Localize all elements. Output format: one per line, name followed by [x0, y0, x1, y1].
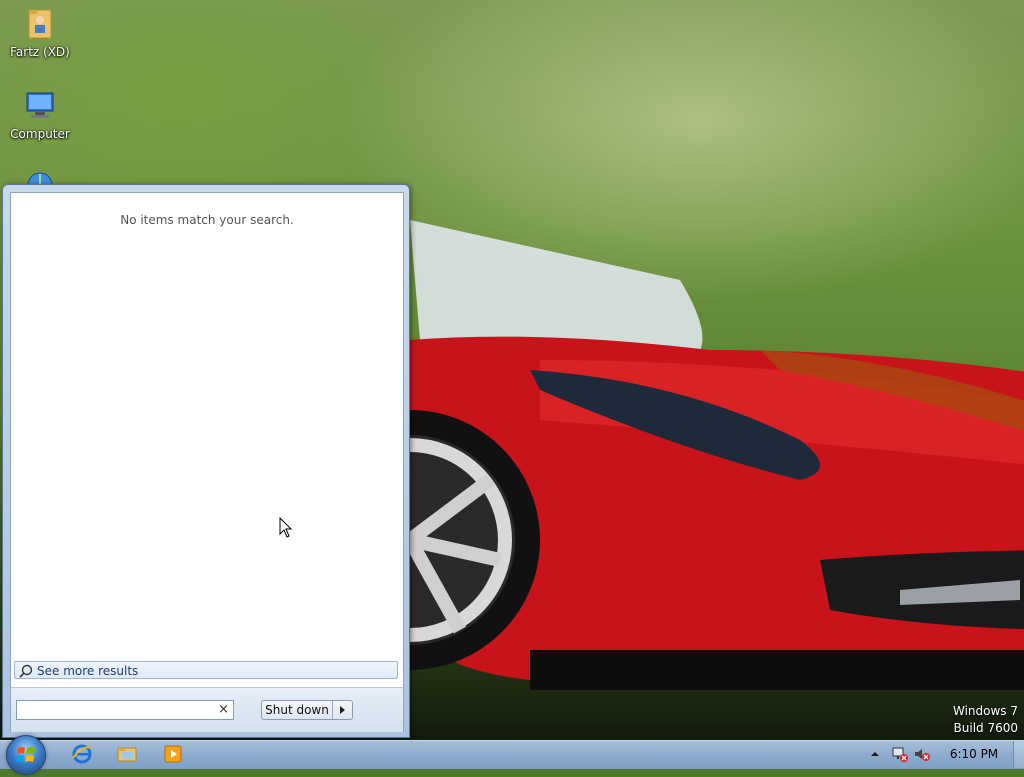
computer-icon [26, 92, 54, 118]
sports-car-wallpaper-image [380, 220, 1024, 690]
media-player-taskbar-button[interactable] [161, 743, 185, 765]
watermark-build: Build 7600 [953, 721, 1018, 735]
search-icon [19, 664, 33, 678]
desktop-icon-label: Computer [10, 127, 70, 141]
windows-logo-icon [16, 747, 35, 762]
search-input[interactable] [19, 702, 209, 718]
start-button[interactable] [6, 735, 46, 775]
desktop-icon-computer[interactable]: Computer [2, 88, 78, 141]
search-box[interactable]: × [16, 700, 234, 720]
show-desktop-button[interactable] [1013, 741, 1024, 768]
start-menu-lower: See more results × Shut down [10, 661, 404, 732]
windows-explorer-taskbar-button[interactable] [115, 743, 139, 765]
mouse-cursor-icon [279, 517, 293, 538]
see-more-results-button[interactable]: See more results [14, 661, 398, 679]
desktop-icon-label: Fartz (XD) [10, 45, 70, 59]
taskbar-clock[interactable]: 6:10 PM [942, 740, 1006, 768]
network-status-icon[interactable] [891, 745, 909, 763]
watermark-os: Windows 7 [952, 704, 1018, 718]
folder-user-icon [28, 9, 52, 39]
desktop-icon-user-folder[interactable]: Fartz (XD) [2, 6, 78, 59]
clear-search-icon[interactable]: × [218, 702, 229, 718]
internet-explorer-taskbar-button[interactable] [70, 743, 94, 765]
windows-explorer-icon [117, 747, 137, 762]
volume-muted-icon[interactable] [913, 745, 931, 763]
media-player-icon [164, 745, 182, 763]
shut-down-options-arrow-icon[interactable] [332, 701, 352, 719]
start-menu: No items match your search. See more res… [2, 184, 410, 738]
show-hidden-icons-icon[interactable] [866, 745, 884, 763]
start-menu-bottom-bar: × Shut down [11, 687, 403, 732]
see-more-results-label: See more results [37, 664, 139, 678]
shut-down-label: Shut down [265, 703, 329, 717]
search-results-pane: No items match your search. [10, 192, 404, 662]
internet-explorer-icon [72, 744, 93, 764]
no-results-message: No items match your search. [120, 213, 294, 227]
shut-down-button[interactable]: Shut down [261, 700, 353, 720]
windows-build-watermark: Windows 7 Build 7600 [953, 703, 1018, 737]
